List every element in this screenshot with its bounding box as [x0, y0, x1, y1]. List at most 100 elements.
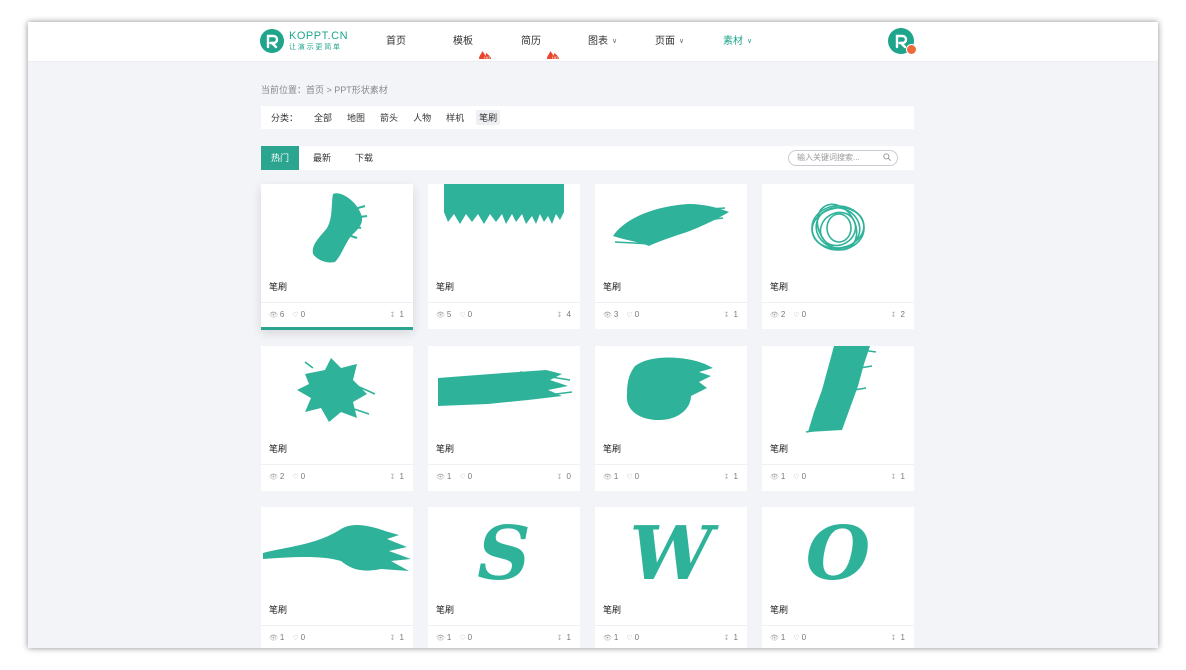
asset-card[interactable]: S 笔刷 👁 1 ♡ 0 ↧ 1	[428, 507, 580, 648]
asset-thumbnail[interactable]	[762, 184, 914, 281]
card-divider	[762, 464, 914, 465]
like-count: 0	[300, 472, 306, 481]
heart-icon[interactable]: ♡	[292, 473, 298, 481]
filter-option-brush[interactable]: 笔刷	[476, 110, 501, 125]
download-stat: ↧ 1	[723, 472, 738, 481]
asset-thumbnail[interactable]	[261, 346, 413, 443]
logo-icon	[260, 29, 284, 53]
asset-card[interactable]: 笔刷 👁 5 ♡ 0 ↧ 4	[428, 184, 580, 329]
filter-option-mockup[interactable]: 样机	[443, 110, 467, 125]
download-icon: ↧	[890, 474, 897, 481]
asset-thumbnail[interactable]	[762, 346, 914, 443]
like-count: 0	[634, 633, 640, 642]
asset-card[interactable]: 笔刷 👁 1 ♡ 0 ↧ 1	[261, 507, 413, 648]
asset-thumbnail[interactable]	[595, 346, 747, 443]
heart-icon[interactable]: ♡	[292, 311, 298, 319]
asset-thumbnail[interactable]	[428, 346, 580, 443]
download-icon: ↧	[389, 474, 396, 481]
heart-icon[interactable]: ♡	[793, 473, 799, 481]
asset-card[interactable]: 笔刷 👁 6 ♡ 0 ↧ 1	[261, 184, 413, 330]
nav-pages[interactable]: 页面 ∨	[655, 22, 684, 62]
heart-icon[interactable]: ♡	[459, 311, 465, 319]
chevron-down-icon: ∨	[679, 38, 685, 45]
heart-icon[interactable]: ♡	[626, 473, 632, 481]
asset-thumbnail[interactable]: O	[762, 507, 914, 604]
asset-thumbnail[interactable]: W	[595, 507, 747, 604]
asset-thumbnail[interactable]	[261, 507, 413, 604]
download-count: 1	[900, 633, 905, 642]
download-icon: ↧	[556, 635, 563, 642]
chevron-down-icon: ∨	[612, 38, 618, 45]
asset-card[interactable]: 笔刷 👁 1 ♡ 0 ↧ 0	[428, 346, 580, 491]
download-icon: ↧	[890, 635, 897, 642]
like-count: 0	[801, 310, 807, 319]
asset-thumbnail[interactable]	[595, 184, 747, 281]
heart-icon[interactable]: ♡	[793, 634, 799, 642]
asset-card[interactable]: 笔刷 👁 2 ♡ 0 ↧ 1	[261, 346, 413, 491]
card-divider	[595, 464, 747, 465]
asset-card[interactable]: 笔刷 👁 1 ♡ 0 ↧ 1	[595, 346, 747, 491]
svg-text:HOT: HOT	[484, 55, 492, 60]
card-divider	[261, 302, 413, 303]
heart-icon[interactable]: ♡	[292, 634, 298, 642]
tab-downloads[interactable]: 下载	[345, 146, 383, 170]
download-stat: ↧ 1	[890, 633, 905, 642]
download-stat: ↧ 1	[389, 472, 404, 481]
heart-icon[interactable]: ♡	[459, 473, 465, 481]
asset-card[interactable]: 笔刷 👁 2 ♡ 0 ↧ 2	[762, 184, 914, 329]
nav-templates-label: 模板	[453, 36, 473, 47]
hot-flame-icon: HOT	[546, 38, 561, 60]
asset-thumbnail[interactable]	[428, 184, 580, 281]
tab-hot[interactable]: 热门	[261, 146, 300, 170]
notification-badge	[906, 44, 917, 55]
user-avatar[interactable]	[888, 28, 917, 55]
view-count: 1	[446, 472, 452, 481]
asset-title: 笔刷	[770, 605, 789, 615]
site-logo[interactable]: KOPPT.CN 让演示更简单	[260, 29, 348, 53]
filter-option-arrow[interactable]: 箭头	[377, 110, 401, 125]
download-icon: ↧	[389, 635, 396, 642]
card-divider	[261, 464, 413, 465]
asset-stats: 👁 1 ♡ 0	[603, 633, 639, 642]
nav-home[interactable]: 首页	[386, 22, 406, 62]
like-count: 0	[801, 472, 807, 481]
asset-stats: 👁 1 ♡ 0	[436, 472, 472, 481]
view-count: 2	[780, 310, 786, 319]
card-divider	[261, 625, 413, 626]
asset-card[interactable]: 笔刷 👁 3 ♡ 0 ↧ 1	[595, 184, 747, 329]
logo-subtitle: 让演示更简单	[289, 44, 342, 51]
like-count: 0	[467, 633, 473, 642]
tab-latest[interactable]: 最新	[303, 146, 341, 170]
asset-thumbnail[interactable]: S	[428, 507, 580, 604]
heart-icon[interactable]: ♡	[459, 634, 465, 642]
view-count: 1	[613, 633, 619, 642]
nav-assets[interactable]: 素材 ∨	[723, 22, 752, 62]
heart-icon[interactable]: ♡	[793, 311, 799, 319]
search-input[interactable]: 输入关键词搜索...	[788, 150, 898, 166]
search-icon[interactable]	[883, 153, 891, 161]
view-count: 6	[279, 310, 285, 319]
nav-templates[interactable]: 模板 HOT	[453, 22, 493, 62]
nav-resume[interactable]: 简历 HOT	[521, 22, 561, 62]
asset-card[interactable]: W 笔刷 👁 1 ♡ 0 ↧ 1	[595, 507, 747, 648]
asset-card[interactable]: O 笔刷 👁 1 ♡ 0 ↧ 1	[762, 507, 914, 648]
eye-icon: 👁	[770, 634, 779, 642]
download-stat: ↧ 1	[556, 633, 571, 642]
eye-icon: 👁	[770, 311, 779, 319]
download-icon: ↧	[723, 635, 730, 642]
view-count: 1	[446, 633, 452, 642]
filter-option-people[interactable]: 人物	[410, 110, 434, 125]
filter-option-all[interactable]: 全部	[311, 110, 335, 125]
top-navigation-bar: KOPPT.CN 让演示更简单 首页 模板 HOT 简历 HOT 图表 ∨ 页面…	[28, 22, 1158, 62]
download-stat: ↧ 1	[389, 633, 404, 642]
nav-resume-label: 简历	[521, 36, 541, 47]
asset-card[interactable]: 笔刷 👁 1 ♡ 0 ↧ 1	[762, 346, 914, 491]
heart-icon[interactable]: ♡	[626, 311, 632, 319]
download-icon: ↧	[389, 312, 396, 319]
card-divider	[595, 625, 747, 626]
like-count: 0	[300, 633, 306, 642]
heart-icon[interactable]: ♡	[626, 634, 632, 642]
asset-thumbnail[interactable]	[261, 184, 413, 281]
nav-charts[interactable]: 图表 ∨	[588, 22, 617, 62]
filter-option-map[interactable]: 地图	[344, 110, 368, 125]
